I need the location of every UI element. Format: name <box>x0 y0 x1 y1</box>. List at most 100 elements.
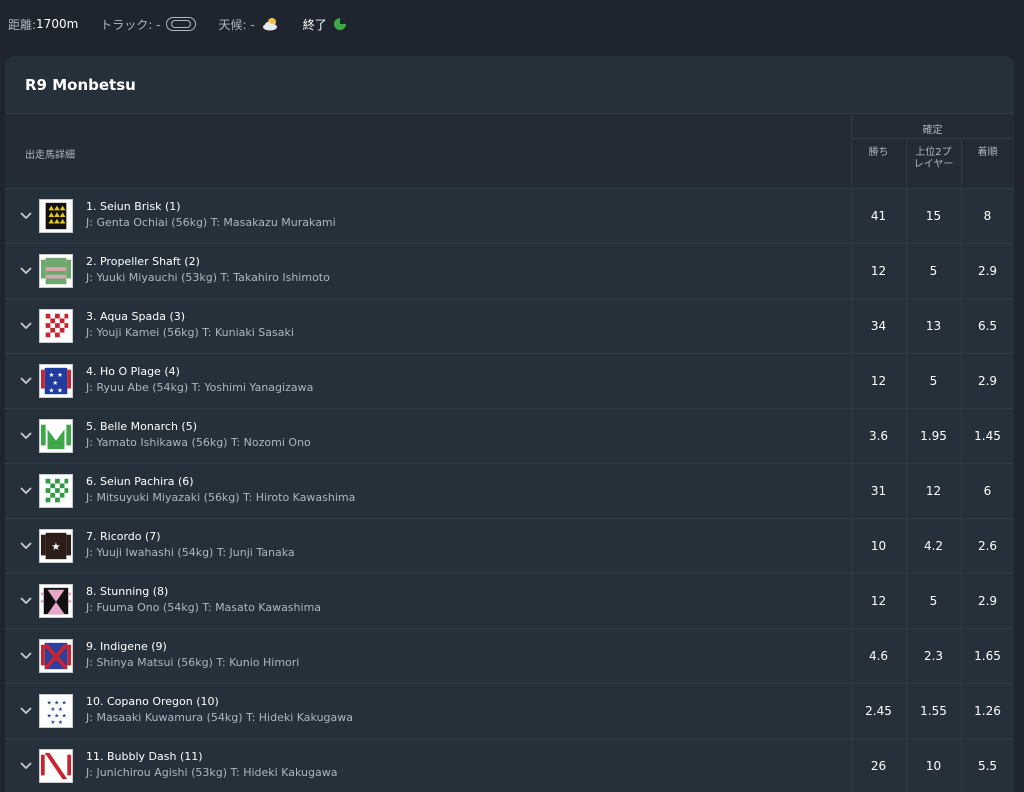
runner-jockey-trainer: J: Masaaki Kuwamura (54kg) T: Hideki Kak… <box>86 711 354 724</box>
chevron-down-icon[interactable] <box>19 373 33 387</box>
runner-win-odds: 12 <box>870 264 887 278</box>
runner-jockey-trainer: J: Junichirou Agishi (53kg) T: Hideki Ka… <box>86 766 338 779</box>
runner-name[interactable]: 7. Ricordo (7) <box>86 530 161 543</box>
runner-jockey-trainer: J: Yamato Ishikawa (56kg) T: Nozomi Ono <box>86 436 311 449</box>
svg-text:★: ★ <box>54 699 59 706</box>
confirmed-group-header: 確定 <box>922 125 943 136</box>
track-info: トラック: - <box>100 16 197 33</box>
chevron-down-icon[interactable] <box>19 208 33 222</box>
table-header: 出走馬詳細 確定 勝ち 上位2プレイヤー 着順 <box>5 114 1014 189</box>
chevron-down-icon[interactable] <box>19 758 33 772</box>
runner-win-odds: 12 <box>870 374 887 388</box>
runner-name[interactable]: 3. Aqua Spada (3) <box>86 310 185 323</box>
runner-list: 1. Seiun Brisk (1) J: Genta Ochiai (56kg… <box>5 189 1014 792</box>
runner-rank-odds: 2.9 <box>977 264 998 278</box>
green-m-icon <box>39 419 73 453</box>
runner-win-odds: 41 <box>870 209 887 223</box>
green-checks-icon <box>39 474 73 508</box>
runners-header: 出走馬詳細 <box>25 150 75 161</box>
runner-jockey-trainer: J: Mitsuyuki Miyazaki (56kg) T: Hiroto K… <box>86 491 356 504</box>
svg-text:★: ★ <box>51 541 60 553</box>
status-info: 終了 <box>303 16 347 33</box>
blue-red-cross-icon <box>39 639 73 673</box>
weather-label: 天候: - <box>218 17 255 32</box>
chevron-down-icon[interactable] <box>19 263 33 277</box>
runner-rank-odds: 1.65 <box>974 649 1001 663</box>
col-header-win[interactable]: 勝ち <box>851 147 906 159</box>
runner-top2-odds: 2.3 <box>923 649 944 663</box>
runner-top2-odds: 1.95 <box>920 429 947 443</box>
divider <box>851 138 1014 139</box>
chevron-down-icon[interactable] <box>19 318 33 332</box>
svg-text:★: ★ <box>50 706 55 713</box>
runner-top2-odds: 5 <box>929 374 938 388</box>
runner-row[interactable]: 8. Stunning (8) J: Fuuma Ono (54kg) T: M… <box>5 574 1014 629</box>
runner-name[interactable]: 8. Stunning (8) <box>86 585 168 598</box>
runner-rank-odds: 2.9 <box>977 374 998 388</box>
runner-win-odds: 31 <box>870 484 887 498</box>
runner-top2-odds: 1.55 <box>920 704 947 718</box>
track-label: トラック: - <box>100 17 161 32</box>
runner-row[interactable]: 1. Seiun Brisk (1) J: Genta Ochiai (56kg… <box>5 189 1014 244</box>
track-oval-icon <box>166 17 197 31</box>
white-blue-stars-icon: ★ ★ ★★ ★★ ★ ★★ ★ <box>39 694 73 728</box>
race-panel: R9 Monbetsu 出走馬詳細 確定 勝ち 上位2プレイヤー 着順 1. S… <box>5 56 1014 792</box>
divider <box>961 138 962 188</box>
chevron-down-icon[interactable] <box>19 428 33 442</box>
blue-stars-icon: ★ ★★★ ★ <box>39 364 73 398</box>
svg-text:★: ★ <box>54 713 59 720</box>
runner-rank-odds: 2.6 <box>977 539 998 553</box>
runner-win-odds: 26 <box>870 759 887 773</box>
runner-jockey-trainer: J: Ryuu Abe (54kg) T: Yoshimi Yanagizawa <box>86 381 314 394</box>
runner-win-odds: 12 <box>870 594 887 608</box>
runner-name[interactable]: 11. Bubbly Dash (11) <box>86 750 203 763</box>
red-checks-icon <box>39 309 73 343</box>
runner-row[interactable]: ★ ★ ★ ★ ★ 4. Ho O Plage (4) J: Ryuu Abe (54k… <box>5 354 1014 409</box>
yellow-triangles-icon <box>39 199 73 233</box>
runner-rank-odds: 2.9 <box>977 594 998 608</box>
runner-jockey-trainer: J: Fuuma Ono (54kg) T: Masato Kawashima <box>86 601 322 614</box>
runner-name[interactable]: 10. Copano Oregon (10) <box>86 695 219 708</box>
runner-win-odds: 2.45 <box>865 704 892 718</box>
col-header-rank[interactable]: 着順 <box>961 147 1014 159</box>
runner-row[interactable]: ★ 7. Ricordo (7) J: Yuuji Iwahashi (54kg… <box>5 519 1014 574</box>
green-stripes-icon <box>39 254 73 288</box>
runner-row[interactable]: 3. Aqua Spada (3) J: Youji Kamei (56kg) … <box>5 299 1014 354</box>
runner-row[interactable]: 9. Indigene (9) J: Shinya Matsui (56kg) … <box>5 629 1014 684</box>
runner-jockey-trainer: J: Youji Kamei (56kg) T: Kuniaki Sasaki <box>86 326 294 339</box>
chevron-down-icon[interactable] <box>19 538 33 552</box>
svg-text:★: ★ <box>58 706 63 713</box>
chevron-down-icon[interactable] <box>19 703 33 717</box>
status-label: 終了 <box>302 17 327 32</box>
runner-top2-odds: 5 <box>929 594 938 608</box>
runner-win-odds: 10 <box>870 539 887 553</box>
runner-row[interactable]: 5. Belle Monarch (5) J: Yamato Ishikawa … <box>5 409 1014 464</box>
runner-top2-odds: 13 <box>925 319 942 333</box>
runner-row[interactable]: 2. Propeller Shaft (2) J: Yuuki Miyauchi… <box>5 244 1014 299</box>
col-header-top2[interactable]: 上位2プレイヤー <box>906 147 961 171</box>
runner-top2-odds: 5 <box>929 264 938 278</box>
runner-name[interactable]: 6. Seiun Pachira (6) <box>86 475 194 488</box>
chevron-down-icon[interactable] <box>19 648 33 662</box>
partly-cloudy-icon <box>262 18 277 31</box>
runner-name[interactable]: 5. Belle Monarch (5) <box>86 420 197 433</box>
race-info-bar: 距離: 1700m トラック: - 天候: - 終了 <box>0 0 1024 48</box>
runner-row[interactable]: 11. Bubbly Dash (11) J: Junichirou Agish… <box>5 739 1014 792</box>
svg-text:★: ★ <box>62 699 67 706</box>
runner-jockey-trainer: J: Yuuki Miyauchi (53kg) T: Takahiro Ish… <box>86 271 330 284</box>
runner-row[interactable]: ★ ★ ★ ★ ★ ★ ★ ★ ★ ★ 10. Copano Oregon (10) J: Mas… <box>5 684 1014 739</box>
svg-text:★: ★ <box>50 719 55 726</box>
runner-row[interactable]: 6. Seiun Pachira (6) J: Mitsuyuki Miyaza… <box>5 464 1014 519</box>
distance-info: 距離: 1700m <box>8 16 78 33</box>
runner-name[interactable]: 1. Seiun Brisk (1) <box>86 200 181 213</box>
chevron-down-icon[interactable] <box>19 483 33 497</box>
runner-name[interactable]: 4. Ho O Plage (4) <box>86 365 180 378</box>
runner-name[interactable]: 9. Indigene (9) <box>86 640 167 653</box>
race-title: R9 Monbetsu <box>5 56 1014 114</box>
svg-text:★: ★ <box>47 713 52 720</box>
red-sash-icon <box>39 749 73 783</box>
runner-name[interactable]: 2. Propeller Shaft (2) <box>86 255 200 268</box>
chevron-down-icon[interactable] <box>19 593 33 607</box>
runner-win-odds: 34 <box>870 319 887 333</box>
runner-top2-odds: 12 <box>925 484 942 498</box>
